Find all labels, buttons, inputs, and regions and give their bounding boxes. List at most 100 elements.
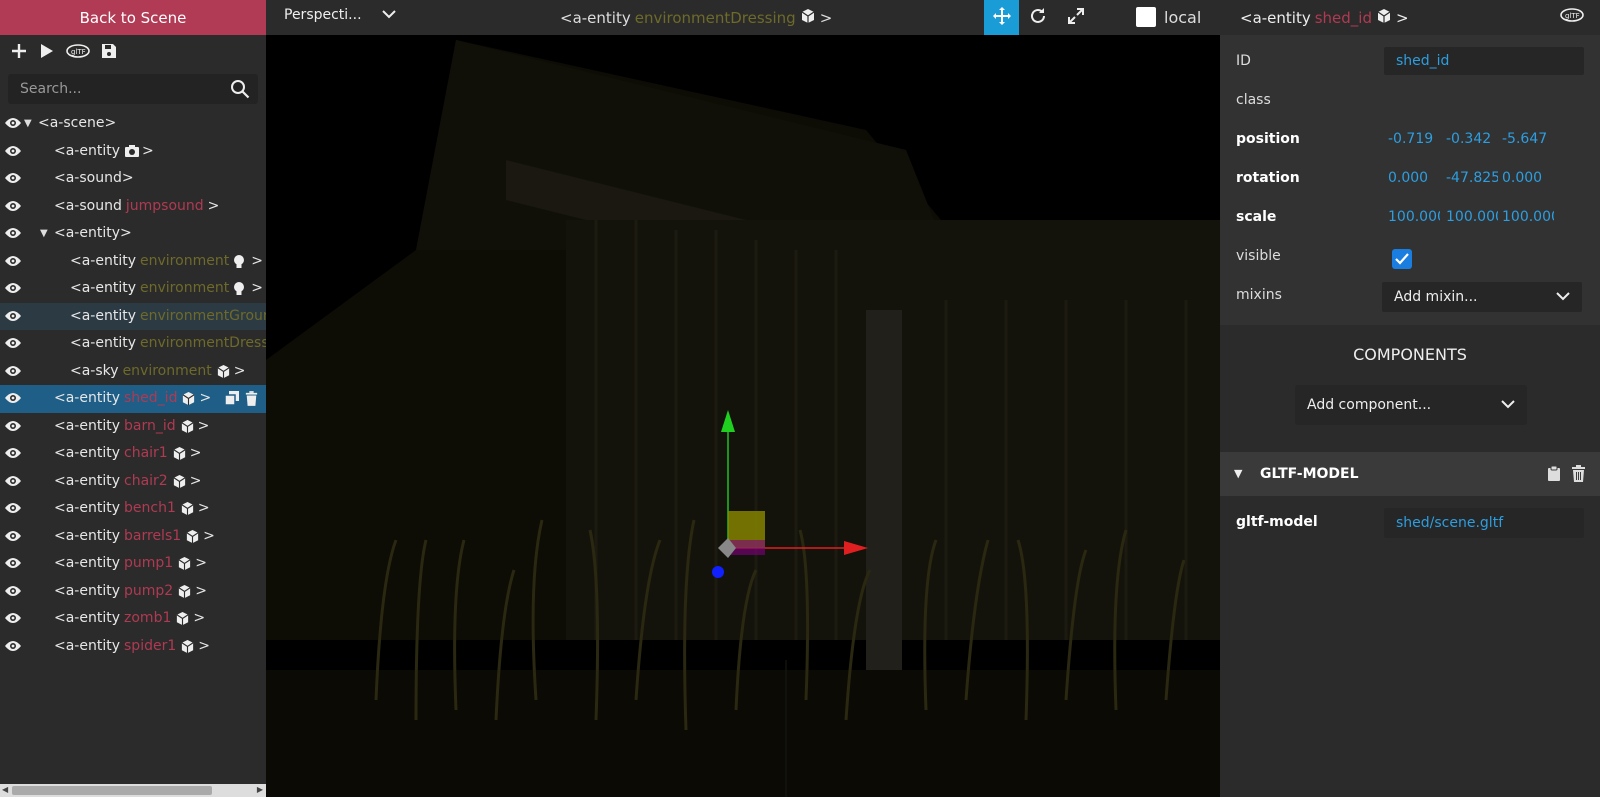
clone-icon[interactable] bbox=[224, 391, 239, 410]
3d-viewport[interactable] bbox=[266, 0, 1220, 797]
horizontal-scrollbar[interactable]: ◀ ▶ bbox=[0, 784, 266, 797]
properties-title: <a-entity shed_id > bbox=[1240, 8, 1409, 28]
tree-item[interactable]: <a-sky environment > bbox=[0, 358, 266, 386]
checkmark-icon bbox=[1395, 253, 1409, 265]
tree-item-name: barrels1 bbox=[124, 527, 182, 544]
scale-y-input[interactable]: 100.000 bbox=[1446, 209, 1498, 225]
scale-button[interactable] bbox=[1058, 0, 1093, 35]
eye-icon[interactable] bbox=[4, 611, 22, 625]
tree-item[interactable]: <a-entity environment > bbox=[0, 275, 266, 303]
tree-item-tag: <a-entity bbox=[54, 582, 121, 599]
tree-item[interactable]: <a-entity environment > bbox=[0, 248, 266, 276]
rotation-z-input[interactable]: 0.000 bbox=[1502, 170, 1554, 186]
gltf-export-icon[interactable]: glTF bbox=[1560, 8, 1584, 26]
play-icon[interactable] bbox=[38, 42, 56, 60]
tree-item[interactable]: ▼ <a-entity> bbox=[0, 220, 266, 248]
rotate-button[interactable] bbox=[1020, 0, 1055, 35]
tree-item[interactable]: <a-entity barn_id > bbox=[0, 413, 266, 441]
eye-icon[interactable] bbox=[4, 364, 22, 378]
add-entity-icon[interactable] bbox=[10, 42, 28, 60]
caret-down-icon[interactable]: ▼ bbox=[40, 228, 48, 239]
add-component-select[interactable]: Add component... bbox=[1295, 385, 1527, 425]
eye-icon[interactable] bbox=[4, 419, 22, 433]
id-input[interactable]: shed_id bbox=[1384, 47, 1584, 75]
eye-icon[interactable] bbox=[4, 556, 22, 570]
clipboard-icon[interactable] bbox=[1547, 465, 1561, 486]
tree-item[interactable]: <a-entityenvironmentGround> bbox=[0, 302, 266, 330]
tree-item[interactable]: <a-entity bench1 > bbox=[0, 495, 266, 523]
scale-x-input[interactable]: 100.000 bbox=[1388, 209, 1440, 225]
scroll-right-icon[interactable]: ▶ bbox=[257, 785, 263, 794]
eye-icon[interactable] bbox=[4, 501, 22, 515]
tree-item[interactable]: <a-entity chair2 > bbox=[0, 468, 266, 496]
eye-icon[interactable] bbox=[4, 584, 22, 598]
position-x-input[interactable]: -0.719 bbox=[1388, 131, 1440, 147]
tree-item[interactable]: <a-entity spider1 > bbox=[0, 633, 266, 661]
camera-select[interactable]: Perspecti... bbox=[284, 7, 396, 23]
cube-icon bbox=[800, 8, 816, 28]
viewport-toolbar: Perspecti... <a-entity environmentDressi… bbox=[266, 0, 1220, 35]
local-toggle[interactable]: local bbox=[1136, 7, 1201, 27]
eye-icon[interactable] bbox=[4, 309, 22, 323]
tree-item-label: <a-entity bench1 > bbox=[54, 500, 210, 516]
eye-icon[interactable] bbox=[4, 474, 22, 488]
mixin-select[interactable]: Add mixin... bbox=[1382, 282, 1582, 312]
tree-item-close: > bbox=[197, 417, 210, 434]
eye-icon[interactable] bbox=[4, 529, 22, 543]
tree-item[interactable]: <a-entity shed_id > bbox=[0, 385, 266, 413]
gltf-model-input[interactable]: shed/scene.gltf bbox=[1384, 508, 1584, 538]
eye-icon[interactable] bbox=[4, 336, 22, 350]
eye-icon[interactable] bbox=[4, 254, 22, 268]
tree-item[interactable]: <a-entity > bbox=[0, 138, 266, 166]
scroll-left-icon[interactable]: ◀ bbox=[2, 785, 8, 794]
translate-button[interactable] bbox=[984, 0, 1019, 35]
scale-z-input[interactable]: 100.000 bbox=[1502, 209, 1554, 225]
eye-icon[interactable] bbox=[4, 446, 22, 460]
caret-down-icon[interactable]: ▼ bbox=[24, 118, 32, 129]
eye-icon[interactable] bbox=[4, 391, 22, 405]
trash-icon[interactable] bbox=[1571, 465, 1586, 486]
eye-icon[interactable] bbox=[4, 144, 22, 158]
local-checkbox[interactable] bbox=[1136, 7, 1156, 27]
tree-item[interactable]: <a-entity zomb1 > bbox=[0, 605, 266, 633]
eye-icon[interactable] bbox=[4, 199, 22, 213]
rotation-y-input[interactable]: -47.825 bbox=[1446, 170, 1498, 186]
tree-item[interactable]: <a-entity barrels1 > bbox=[0, 523, 266, 551]
eye-icon[interactable] bbox=[4, 171, 22, 185]
move-arrows-icon bbox=[992, 6, 1012, 30]
tree-item[interactable]: ▼ <a-scene> bbox=[0, 110, 266, 138]
visible-label: visible bbox=[1236, 248, 1281, 264]
tree-item-close: > bbox=[189, 445, 202, 461]
tree-item-name: pump2 bbox=[124, 582, 174, 599]
eye-icon[interactable] bbox=[4, 281, 22, 295]
search-icon[interactable] bbox=[230, 79, 250, 103]
back-to-scene-button[interactable]: Back to Scene bbox=[0, 0, 266, 35]
tree-item[interactable]: <a-entity pump1 > bbox=[0, 550, 266, 578]
eye-icon[interactable] bbox=[4, 639, 22, 653]
tree-item[interactable]: <a-entity chair1 > bbox=[0, 440, 266, 468]
rotation-x-input[interactable]: 0.000 bbox=[1388, 170, 1440, 186]
visible-checkbox[interactable] bbox=[1392, 249, 1412, 269]
save-icon[interactable] bbox=[100, 42, 118, 60]
caret-down-icon[interactable]: ▼ bbox=[1234, 467, 1242, 480]
gltf-export-icon[interactable]: glTF bbox=[66, 42, 90, 60]
eye-icon[interactable] bbox=[4, 116, 22, 130]
tree-item[interactable]: <a-sound> bbox=[0, 165, 266, 193]
tree-item-close: > bbox=[142, 142, 154, 159]
trash-icon[interactable] bbox=[245, 391, 258, 410]
position-z-input[interactable]: -5.647 bbox=[1502, 131, 1554, 147]
tree-item[interactable]: <a-sound jumpsound > bbox=[0, 193, 266, 221]
tree-item-name: barn_id bbox=[124, 417, 176, 434]
gltf-model-section-header[interactable]: ▼ GLTF-MODEL bbox=[1220, 452, 1600, 496]
search-input[interactable] bbox=[8, 74, 228, 104]
tree-item-tag: <a-entity bbox=[70, 252, 137, 269]
scrollbar-thumb[interactable] bbox=[12, 786, 212, 795]
eye-icon[interactable] bbox=[4, 226, 22, 240]
position-y-input[interactable]: -0.342 bbox=[1446, 131, 1498, 147]
tree-item-label: <a-entity environment > bbox=[70, 280, 263, 296]
cube-icon bbox=[172, 474, 186, 488]
tree-item-label: <a-entity barn_id > bbox=[54, 418, 209, 434]
tree-item[interactable]: <a-entity pump2 > bbox=[0, 578, 266, 606]
tree-item[interactable]: <a-entityenvironmentDressing> bbox=[0, 330, 266, 358]
properties-title-close: > bbox=[1395, 9, 1409, 27]
